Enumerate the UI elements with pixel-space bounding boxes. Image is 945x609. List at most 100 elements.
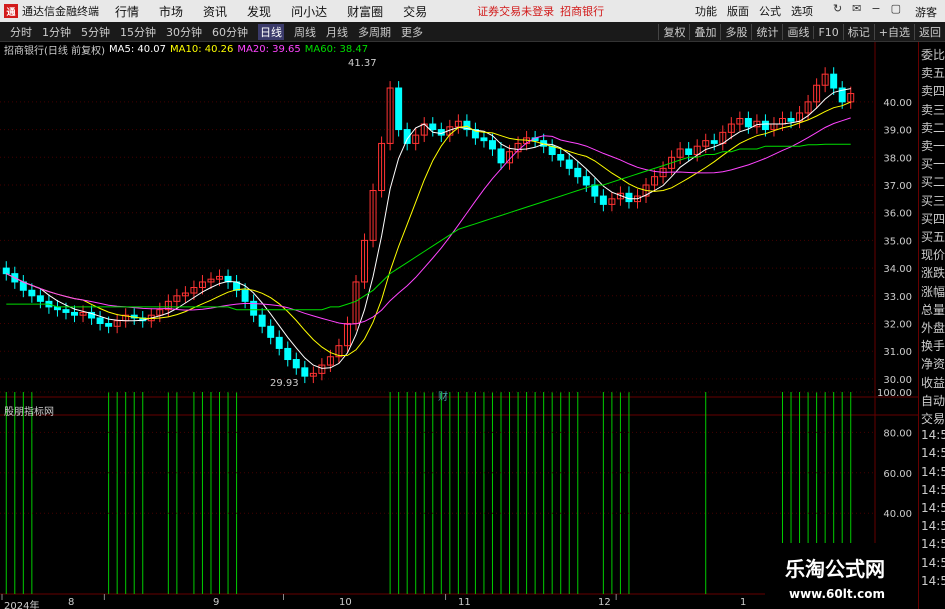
minimize-icon[interactable]: − xyxy=(871,2,880,15)
candle-body xyxy=(710,140,718,144)
x-label-jan: 1 xyxy=(740,597,747,608)
period-multi[interactable]: 多周期 xyxy=(358,24,391,40)
finance-marker[interactable]: 财 xyxy=(438,388,448,403)
candle-body xyxy=(241,289,249,302)
period-15min[interactable]: 15分钟 xyxy=(120,24,156,40)
candle-body xyxy=(28,289,36,297)
overlay-button[interactable]: 叠加 xyxy=(689,24,720,40)
ma20-line xyxy=(6,117,851,325)
draw-button[interactable]: 画线 xyxy=(782,24,813,40)
menu-layout[interactable]: 版面 xyxy=(727,3,749,19)
candle-body xyxy=(591,184,599,197)
tool-buttons: 复权 叠加 多股 统计 画线 F10 标记 +自选 返回 xyxy=(658,22,945,42)
candle-body xyxy=(761,120,769,131)
menu-options[interactable]: 选项 xyxy=(791,3,813,19)
candle-body xyxy=(480,137,488,142)
trade-login-status[interactable]: 证券交易未登录 xyxy=(477,3,554,19)
quote-label: 买四 xyxy=(921,211,945,226)
quote-label: 买三 xyxy=(921,193,945,208)
current-stock-name: 招商银行 xyxy=(560,5,605,18)
quote-label: 现价 xyxy=(921,248,945,263)
period-1min[interactable]: 1分钟 xyxy=(42,24,71,40)
price-tick-label: 40.00 xyxy=(883,98,912,109)
period-more[interactable]: 更多 xyxy=(401,24,423,40)
back-button[interactable]: 返回 xyxy=(914,24,945,40)
quote-label: 外盘 xyxy=(921,321,945,335)
candle-body xyxy=(395,87,403,131)
adjust-button[interactable]: 复权 xyxy=(658,24,689,40)
candle-body xyxy=(2,267,10,275)
candle-body xyxy=(429,123,437,131)
sub-indicator-title[interactable]: 股朋指标网 xyxy=(4,403,54,418)
mark-button[interactable]: 标记 xyxy=(842,24,874,40)
x-label-oct: 10 xyxy=(339,597,352,608)
quote-label: 卖二 xyxy=(921,120,945,135)
window-controls: ↻ ✉ − ▢ xyxy=(833,2,901,15)
low-price-label: 29.93 xyxy=(270,378,299,389)
quote-column: 委比 卖五 卖四 卖三 卖二 卖一 买一 买二 买三 买四 买五 现价 涨跌 涨幅 总量 外盘 换手 净资 收益 自动… xyxy=(918,42,945,609)
price-tick-label: 34.00 xyxy=(883,264,912,275)
watermark-url: www.60lt.com xyxy=(789,587,886,601)
price-tick-label: 38.00 xyxy=(883,153,912,164)
period-5min[interactable]: 5分钟 xyxy=(81,24,110,40)
candle-body xyxy=(96,317,104,325)
sub-tick-label: 60.00 xyxy=(883,469,912,480)
quote-label: 14:56 xyxy=(921,519,945,534)
menu-market[interactable]: 市场 xyxy=(159,3,183,20)
candle-body xyxy=(71,311,78,316)
menu-discover[interactable]: 发现 xyxy=(247,3,271,20)
price-tick-label: 31.00 xyxy=(883,347,912,358)
x-label-2024: 2024年 xyxy=(4,601,40,609)
quote-label: 卖四 xyxy=(921,84,945,99)
quote-label: 净资 xyxy=(921,357,945,372)
period-weekly[interactable]: 周线 xyxy=(294,24,316,40)
period-60min[interactable]: 60分钟 xyxy=(212,24,248,40)
quote-label: 自动 xyxy=(921,393,945,408)
stats-button[interactable]: 统计 xyxy=(751,24,782,40)
menu-function[interactable]: 功能 xyxy=(695,3,717,19)
refresh-icon[interactable]: ↻ xyxy=(833,2,842,15)
quote-label: 买二 xyxy=(921,175,945,190)
candle-body xyxy=(830,73,838,89)
quote-label: 卖五 xyxy=(921,66,945,81)
high-price-label: 41.37 xyxy=(348,58,377,69)
price-tick-label: 36.00 xyxy=(883,209,912,220)
candle-body xyxy=(599,195,607,205)
candle-body xyxy=(574,167,582,178)
app-logo-icon: 通 xyxy=(4,4,18,18)
menu-formula[interactable]: 公式 xyxy=(759,3,781,19)
x-label-sep: 9 xyxy=(213,597,220,608)
candle-body xyxy=(292,359,300,369)
menu-ask[interactable]: 问小达 xyxy=(291,3,327,20)
candle-body xyxy=(36,295,44,302)
watermark: 乐淘公式网 www.60lt.com xyxy=(765,543,918,609)
price-tick-label: 37.00 xyxy=(883,181,912,192)
mail-icon[interactable]: ✉ xyxy=(852,2,861,15)
candlestick-chart[interactable]: 30.00 31.00 32.00 33.00 34.00 35.00 36.00 37.00… xyxy=(0,42,918,609)
period-monthly[interactable]: 月线 xyxy=(326,24,348,40)
guest-user[interactable]: 游客 xyxy=(915,4,937,20)
quote-label: 涨幅 xyxy=(921,284,945,299)
period-intraday[interactable]: 分时 xyxy=(10,24,32,40)
quote-label: 14:56 xyxy=(921,573,945,588)
menu-news[interactable]: 资讯 xyxy=(203,3,227,20)
menu-trade[interactable]: 交易 xyxy=(403,3,427,20)
sub-tick-label: 40.00 xyxy=(883,509,912,520)
candle-body xyxy=(565,159,573,169)
f10-button[interactable]: F10 xyxy=(813,25,842,39)
multi-stock-button[interactable]: 多股 xyxy=(720,24,751,40)
candle-body xyxy=(582,176,590,186)
period-toolbar: 分时 1分钟 5分钟 15分钟 30分钟 60分钟 日线 周线 月线 多周期 更… xyxy=(0,22,945,42)
menu-wealth[interactable]: 财富圈 xyxy=(347,3,383,20)
quote-label: 换手 xyxy=(921,339,945,354)
period-30min[interactable]: 30分钟 xyxy=(166,24,202,40)
price-tick-label: 39.00 xyxy=(883,126,912,137)
add-watchlist-button[interactable]: +自选 xyxy=(873,24,914,40)
price-tick-label: 30.00 xyxy=(883,375,912,386)
restore-icon[interactable]: ▢ xyxy=(891,2,901,15)
candle-body xyxy=(744,117,752,128)
quote-label: 14:56 xyxy=(921,537,945,552)
menu-quotes[interactable]: 行情 xyxy=(115,3,139,20)
quote-label: 委比 xyxy=(921,48,945,62)
period-daily[interactable]: 日线 xyxy=(258,23,284,40)
